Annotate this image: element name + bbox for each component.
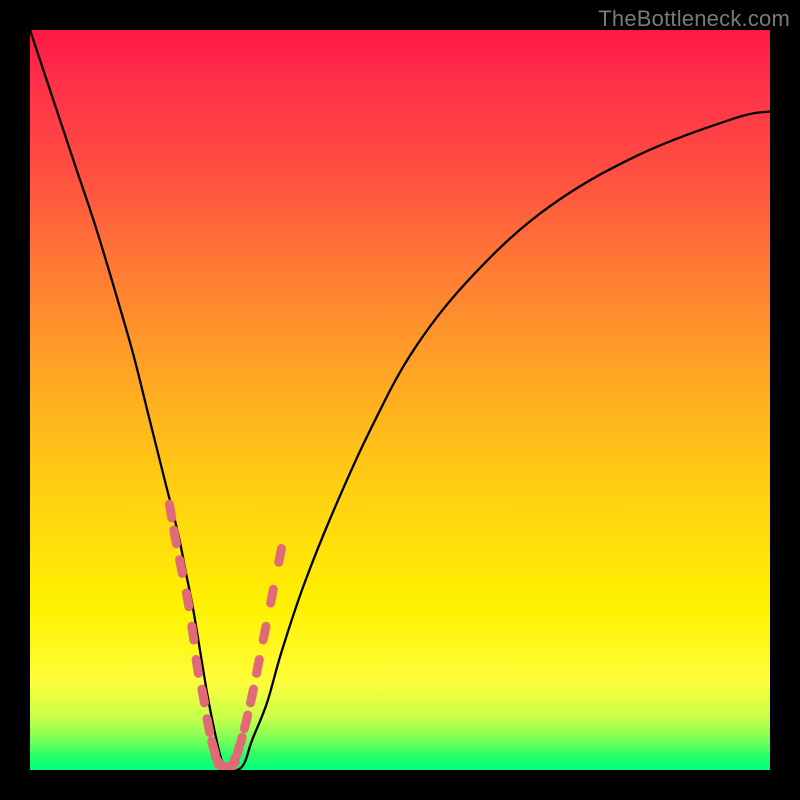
- watermark-text: TheBottleneck.com: [598, 6, 790, 32]
- hotspot-dot: [186, 593, 188, 607]
- hotspot-dot: [271, 589, 274, 603]
- hotspot-dots: [169, 504, 281, 770]
- hotspot-dot: [238, 737, 242, 750]
- hotspot-dot: [192, 626, 194, 640]
- hotspot-dot: [251, 689, 254, 703]
- hotspot-dot: [244, 715, 247, 729]
- hotspot-dot: [180, 560, 183, 574]
- hotspot-dot: [263, 626, 266, 640]
- curve-layer: [30, 30, 770, 770]
- hotspot-dot: [169, 504, 171, 518]
- hotspot-dot: [279, 549, 282, 563]
- hotspot-dot: [174, 530, 177, 544]
- chart-frame: TheBottleneck.com: [0, 0, 800, 800]
- bottleneck-curve: [30, 30, 770, 770]
- hotspot-dot: [202, 689, 205, 703]
- plot-area: [30, 30, 770, 770]
- hotspot-dot: [257, 660, 260, 674]
- hotspot-dot: [207, 719, 210, 733]
- hotspot-dot: [196, 659, 198, 673]
